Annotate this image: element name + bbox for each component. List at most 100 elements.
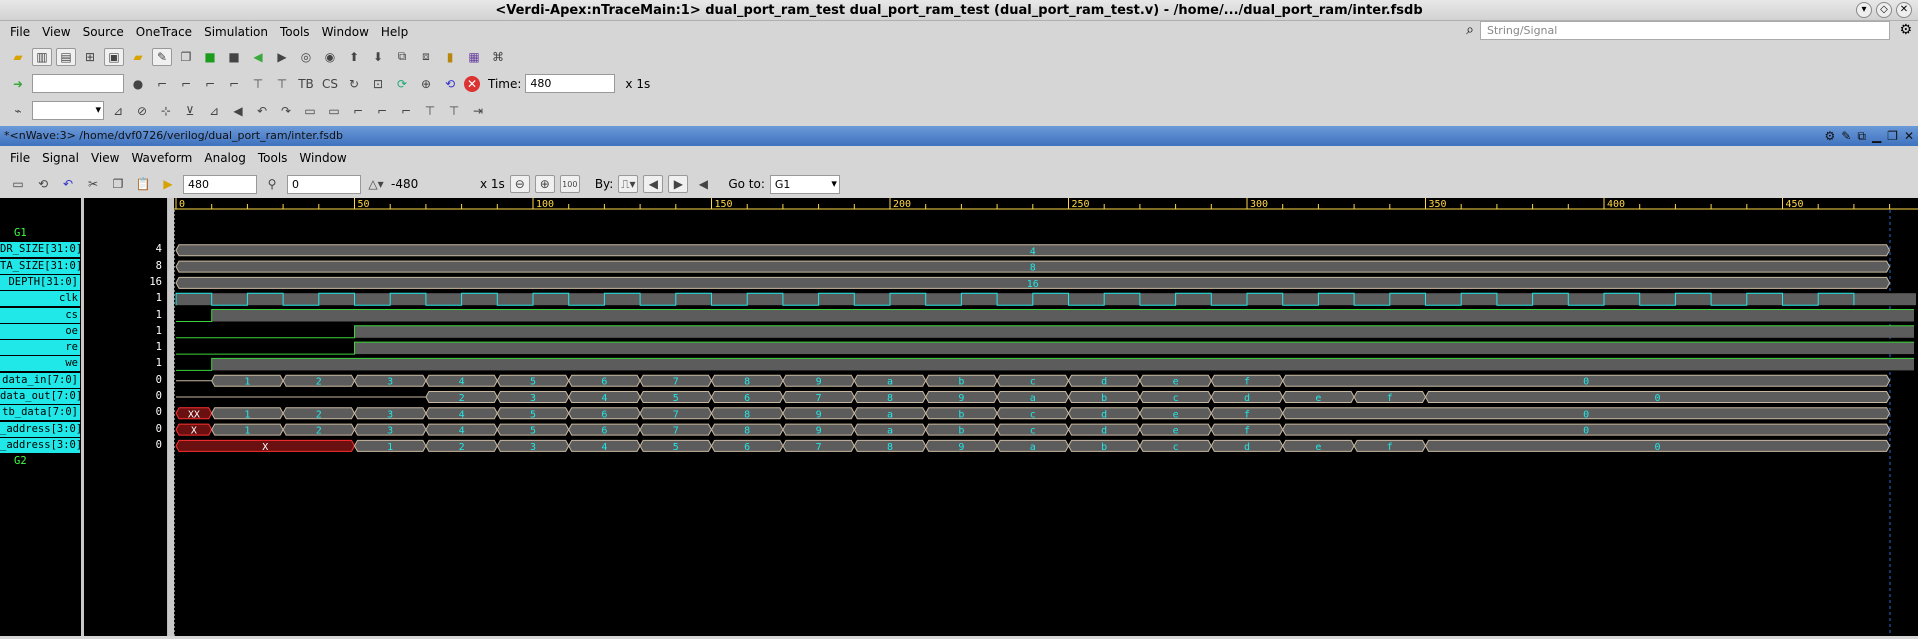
schematic-icon[interactable]: ▥ — [32, 47, 52, 66]
zoom-out-icon[interactable]: ⊖ — [509, 175, 530, 193]
signal-group-g1[interactable]: G1 — [0, 226, 80, 241]
forward-arrow-icon[interactable]: ▶ — [272, 48, 292, 66]
signal-name[interactable]: _address[3:0] — [0, 437, 80, 453]
menu-tools[interactable]: Tools — [280, 25, 310, 39]
delta-icon[interactable]: △▾ — [366, 175, 386, 193]
nwave-menu-file[interactable]: File — [10, 151, 30, 165]
bookmark-icon[interactable]: ▮ — [440, 48, 460, 66]
disconnect-icon[interactable]: ⧈ — [416, 48, 436, 66]
end-icon[interactable]: ⇥ — [468, 102, 488, 120]
signal-name[interactable]: we — [0, 356, 80, 372]
driver-icon[interactable]: ◎ — [296, 48, 316, 66]
edit-icon[interactable]: ✎ — [152, 47, 172, 66]
signal-group-g2[interactable]: G2 — [0, 454, 80, 469]
back-arrow-icon[interactable]: ◀ — [248, 48, 268, 66]
route3-icon[interactable]: ⌐ — [396, 102, 416, 120]
copy-wave-icon[interactable]: ❐ — [108, 175, 128, 193]
menu-source[interactable]: Source — [83, 25, 124, 39]
route5-icon[interactable]: ⊤ — [444, 102, 464, 120]
signal-name[interactable]: _address[3:0] — [0, 421, 80, 437]
signal-name[interactable]: re — [0, 340, 80, 356]
folder-icon[interactable]: ▰ — [128, 48, 148, 66]
menu-simulation[interactable]: Simulation — [204, 25, 268, 39]
save-icon[interactable]: ▭ — [300, 102, 320, 120]
route4-icon[interactable]: ⊤ — [420, 102, 440, 120]
signal-name[interactable]: clk — [0, 291, 80, 307]
probe-icon[interactable]: ⊕ — [416, 75, 436, 93]
go-arrow-icon[interactable]: ➜ — [8, 75, 28, 93]
prev-edge-icon[interactable]: ◀ — [643, 175, 664, 193]
minimize-button[interactable]: ▾ — [1856, 2, 1872, 18]
tool-d-icon[interactable]: ⊻ — [180, 102, 200, 120]
cs-loop-icon[interactable]: ↻ — [344, 75, 364, 93]
next-edge-icon[interactable]: ▶ — [668, 175, 689, 193]
signal-name[interactable]: TA_SIZE[31:0] — [0, 258, 80, 274]
cs-box-icon[interactable]: ⊡ — [368, 75, 388, 93]
hdl-icon[interactable]: ▦ — [464, 48, 484, 66]
close-button[interactable]: ✕ — [1896, 2, 1912, 18]
zoom-fit-icon[interactable]: 100 — [559, 175, 580, 193]
reload-icon[interactable]: ⟲ — [33, 175, 53, 193]
copy-icon[interactable]: ❐ — [176, 48, 196, 66]
tool-e-icon[interactable]: ⊿ — [204, 102, 224, 120]
load-icon[interactable]: ◉ — [320, 48, 340, 66]
wave-tool-icon[interactable]: ⌁ — [8, 102, 28, 120]
nwave-menu-signal[interactable]: Signal — [42, 151, 79, 165]
step-icon[interactable]: ⌐ — [152, 75, 172, 93]
search-input[interactable]: String/Signal — [1480, 21, 1890, 40]
cursor-time-input[interactable]: 480 — [183, 174, 257, 194]
restore-pane-icon[interactable]: ❐ — [1887, 126, 1898, 146]
menu-onetrace[interactable]: OneTrace — [136, 25, 192, 39]
up-icon[interactable]: ⬆ — [344, 48, 364, 66]
signal-name[interactable]: cs — [0, 307, 80, 323]
signal-name-pane[interactable]: G1 DR_SIZE[31:0] TA_SIZE[31:0] DEPTH[31:0] c… — [0, 198, 84, 636]
undock-icon[interactable]: ⧉ — [1857, 126, 1866, 146]
marker-time-input[interactable]: 0 — [287, 174, 361, 194]
step-in-icon[interactable]: ⌐ — [200, 75, 220, 93]
redo-icon[interactable]: ↷ — [276, 102, 296, 120]
nwave-menu-tools[interactable]: Tools — [258, 151, 288, 165]
cut-icon[interactable]: ✂ — [83, 175, 103, 193]
nwave-menu-window[interactable]: Window — [299, 151, 346, 165]
open-icon[interactable]: ▭ — [8, 175, 28, 193]
zoom-in-icon[interactable]: ⊕ — [534, 175, 555, 193]
tool-c-icon[interactable]: ⊹ — [156, 102, 176, 120]
next-icon[interactable]: ⊤ — [248, 75, 268, 93]
menu-view[interactable]: View — [42, 25, 70, 39]
signal-name[interactable]: data_in[7:0] — [0, 372, 80, 388]
prev-icon[interactable]: ⊤ — [272, 75, 292, 93]
connect-icon[interactable]: ⧉ — [392, 48, 412, 66]
cursor-icon[interactable]: ▶ — [158, 175, 178, 193]
gear-icon[interactable]: ⚙ — [1825, 126, 1836, 146]
step-over-icon[interactable]: ⌐ — [176, 75, 196, 93]
nwave-menu-analog[interactable]: Analog — [204, 151, 245, 165]
restart-icon[interactable]: ⟲ — [440, 75, 460, 93]
tool-a-icon[interactable]: ⊿ — [108, 102, 128, 120]
lock-icon[interactable]: ▭ — [324, 102, 344, 120]
scope-select[interactable]: ▾ — [32, 101, 104, 120]
signal-name[interactable]: oe — [0, 323, 80, 339]
marker-icon[interactable]: ⚲ — [262, 175, 282, 193]
search-back-icon[interactable]: ◀ — [693, 175, 713, 193]
menu-window[interactable]: Window — [322, 25, 369, 39]
open-folder-icon[interactable]: ▰ — [8, 48, 28, 66]
flow-icon[interactable]: ▤ — [56, 47, 76, 66]
waveform-canvas[interactable]: 0 50 100 150 200 250 300 350 400 450 4 8 16 1 2 3 4 5 6 7 8 9… — [173, 198, 1918, 636]
amb-icon[interactable]: ⌘ — [488, 48, 508, 66]
hierarchy-icon[interactable]: ⊞ — [80, 48, 100, 66]
time-input[interactable]: 480 — [525, 74, 616, 93]
refresh-icon[interactable]: ⟳ — [392, 75, 412, 93]
goto-select[interactable]: G1 ▾ — [769, 174, 840, 194]
search-icon[interactable]: ⌕ — [1466, 22, 1474, 38]
undo-wave-icon[interactable]: ↶ — [58, 175, 78, 193]
signal-name[interactable]: DR_SIZE[31:0] — [0, 242, 80, 258]
cancel-icon[interactable]: ✕ — [464, 75, 480, 92]
tool-b-icon[interactable]: ⊘ — [132, 102, 152, 120]
trace-load-icon[interactable]: ■ — [200, 48, 220, 66]
paste-icon[interactable]: 📋 — [133, 175, 153, 193]
command-input[interactable] — [32, 74, 124, 93]
pin-icon[interactable]: ✎ — [1841, 126, 1851, 146]
signal-name[interactable]: DEPTH[31:0] — [0, 274, 80, 290]
undo-icon[interactable]: ↶ — [252, 102, 272, 120]
edge-select-icon[interactable]: ⎍▾ — [618, 175, 639, 193]
